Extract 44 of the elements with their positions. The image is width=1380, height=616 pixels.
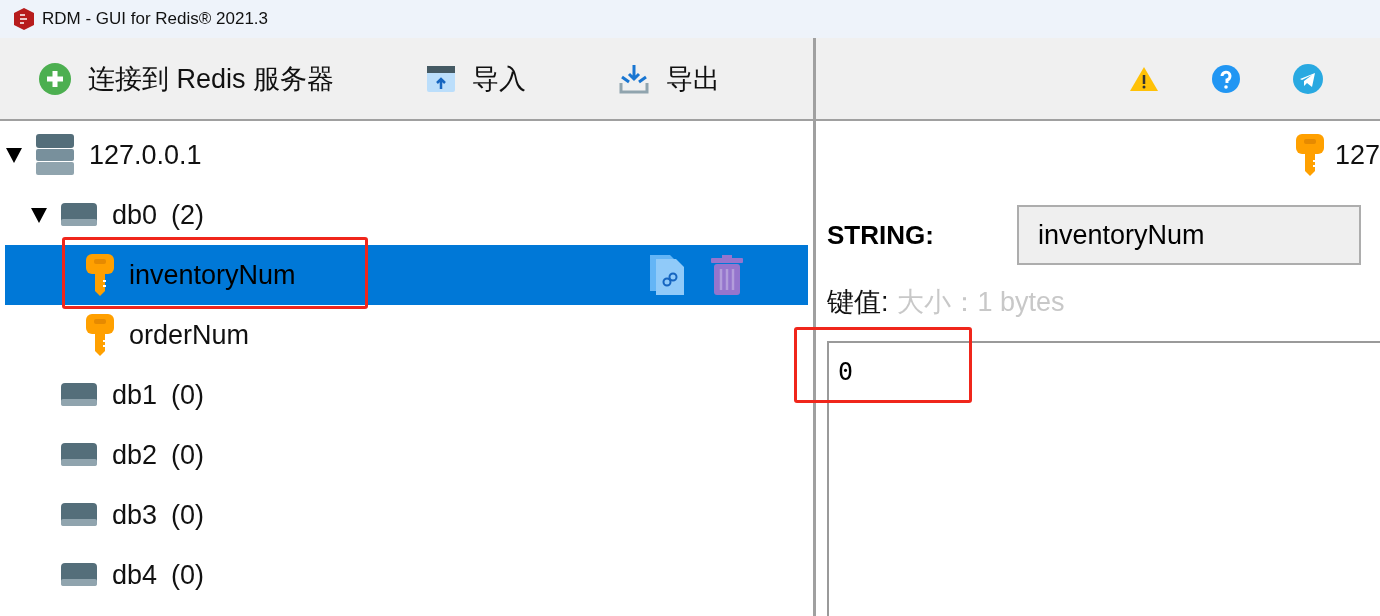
key-type-label: STRING: [827,219,935,251]
tree-item-label[interactable]: 127.0.0.1 [89,139,202,171]
tree-item-label[interactable]: db0 [112,199,158,231]
key-icon [85,313,115,357]
toolbar-button[interactable]: 导出 [618,60,721,97]
toolbar-button[interactable]: 连接到 Redis 服务器 [38,60,335,97]
toolbar-button[interactable]: 导入 [426,60,527,97]
help-button[interactable] [1211,63,1241,94]
database-icon [60,383,98,407]
import-icon [426,63,457,94]
key-count: (0) [171,439,205,471]
value-editor[interactable]: 0 [827,341,1380,616]
value-text: 0 [838,357,854,386]
warning-button[interactable] [1129,65,1159,92]
tree-item-label[interactable]: inventoryNum [129,259,296,291]
tree-item-label[interactable]: db3 [112,499,158,531]
tree-item-label[interactable]: db1 [112,379,158,411]
download-icon [618,62,651,95]
selected-tree-row[interactable]: inventoryNum [5,245,808,305]
database-icon [60,443,98,467]
key-count: (0) [171,499,205,531]
trash-icon[interactable] [711,255,743,295]
triangle-icon[interactable] [30,206,48,224]
database-icon [60,203,98,227]
key-name-field[interactable]: inventoryNum [1017,205,1361,265]
plus-icon [38,61,72,96]
window-title: RDM - GUI for Redis® 2021.3 [42,9,269,29]
paper-plane-button[interactable] [1293,63,1323,94]
server-icon [35,134,75,176]
copy-link-icon[interactable] [649,254,685,296]
tree-item-label[interactable]: db2 [112,439,158,471]
key-count: (0) [171,379,205,411]
app-logo-icon [14,8,34,30]
database-icon [60,563,98,587]
key-icon [1294,133,1325,177]
key-icon [85,253,115,297]
key-count: (0) [171,559,205,591]
triangle-icon[interactable] [5,146,23,164]
database-icon [60,503,98,527]
tree-item-label[interactable]: db4 [112,559,158,591]
tree-item-label[interactable]: orderNum [129,319,250,351]
key-count: (2) [171,199,205,231]
value-label: 键值: [827,286,889,319]
tab-label[interactable]: 127 [1334,139,1380,171]
